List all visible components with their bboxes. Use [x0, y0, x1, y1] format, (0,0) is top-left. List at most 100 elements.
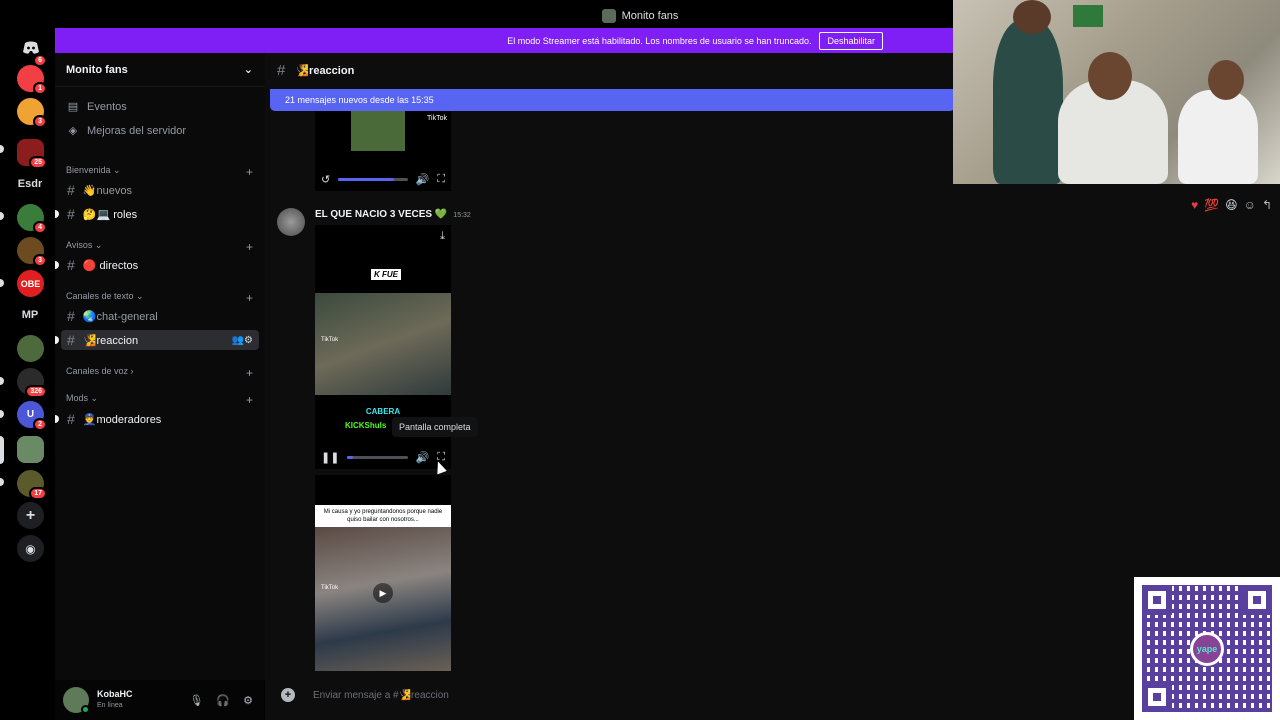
badge: 17	[29, 487, 47, 500]
server-icon[interactable]: 3	[17, 237, 47, 267]
message-input[interactable]: + Enviar mensaje a #🧏reaccion	[281, 688, 449, 702]
add-reaction-icon[interactable]: ☺	[1244, 198, 1256, 212]
unread-pill	[0, 145, 4, 153]
server-icon[interactable]: 4	[17, 204, 47, 234]
events-label: Eventos	[87, 100, 127, 113]
explore-icon[interactable]: ◉	[17, 535, 44, 562]
microphone-icon[interactable]: 🎙	[189, 694, 203, 707]
server-icon[interactable]: 326	[17, 368, 47, 398]
flag-decoration	[1073, 5, 1103, 27]
server-icon-monito-fans[interactable]	[17, 436, 44, 463]
unread-pill	[55, 210, 59, 218]
video-attachment[interactable]: TikTok ↺ 🔊 ⛶	[315, 111, 451, 191]
person-head	[1013, 0, 1051, 34]
webcam-overlay	[953, 0, 1280, 184]
channel-roles[interactable]: # 🤔💻 roles	[55, 204, 259, 224]
category-voz[interactable]: Canales de voz › +	[66, 366, 253, 380]
server-folder-label[interactable]: MP	[10, 309, 50, 321]
channel-moderadores[interactable]: # 👮moderadores	[55, 409, 259, 429]
channel-reaccion[interactable]: # 🧏reaccion 👥⚙	[55, 330, 259, 350]
message-author[interactable]: EL QUE NACIO 3 VECES 💚 15:32	[315, 209, 471, 220]
volume-icon[interactable]: 🔊	[416, 451, 430, 464]
gear-icon[interactable]: ⚙	[243, 694, 253, 707]
unread-pill	[0, 212, 4, 220]
server-icon[interactable]: OBE	[17, 270, 44, 297]
server-icon[interactable]: U 2	[17, 401, 47, 431]
badge: 4	[33, 221, 47, 234]
hash-icon: #	[67, 206, 75, 222]
video-attachment[interactable]: Mi causa y yo preguntandonos porque nadi…	[315, 475, 451, 671]
channel-chat-general[interactable]: # 🌏chat-general	[61, 306, 259, 326]
add-channel-icon[interactable]: +	[246, 366, 253, 380]
calendar-icon: ▤	[67, 101, 79, 113]
download-icon[interactable]: ⤓	[440, 230, 445, 243]
video-progress[interactable]	[338, 177, 408, 181]
qr-finder	[1142, 585, 1172, 615]
laugh-reaction-icon[interactable]: 😆	[1225, 198, 1238, 212]
server-boosts-item[interactable]: ◈ Mejoras del servidor	[67, 124, 187, 138]
server-icon[interactable]: 17	[17, 470, 47, 500]
hash-icon: #	[67, 332, 75, 348]
server-icon[interactable]: 25	[17, 139, 47, 169]
events-item[interactable]: ▤ Eventos	[67, 100, 127, 114]
unread-pill	[0, 279, 4, 287]
channel-directos[interactable]: # 🔴 directos	[55, 255, 259, 275]
person-figure	[1178, 90, 1258, 184]
category-mods[interactable]: Mods ⌄ +	[66, 393, 253, 407]
person-figure	[993, 20, 1063, 184]
user-info[interactable]: KobaHC En línea	[97, 689, 133, 711]
streamer-mode-banner: El modo Streamer está habilitado. Los no…	[55, 28, 955, 53]
kick-watermark: KICKShuls	[345, 421, 387, 430]
headphones-icon[interactable]: 🎧	[216, 694, 230, 707]
online-status-icon	[81, 705, 90, 714]
progress-fill	[347, 455, 354, 459]
unread-pill	[0, 410, 4, 418]
unread-pill	[0, 377, 4, 385]
new-messages-bar[interactable]: 21 mensajes nuevos desde las 15:35	[270, 89, 955, 111]
avatar[interactable]	[277, 208, 305, 236]
replay-icon[interactable]: ↺	[321, 173, 330, 186]
reply-icon[interactable]: ↰	[1262, 198, 1272, 212]
channel-label: 🤔💻 roles	[82, 208, 138, 221]
discord-home-icon[interactable]: 6	[17, 34, 47, 67]
selected-pill	[0, 436, 4, 464]
hash-icon: #	[277, 61, 286, 79]
qr-code: yape	[1134, 577, 1280, 720]
unread-pill	[55, 336, 59, 344]
server-folder-label[interactable]: Esdr	[10, 178, 50, 190]
server-icon[interactable]: 3	[17, 98, 47, 128]
progress-fill	[338, 177, 394, 181]
server-icon[interactable]	[17, 335, 44, 362]
add-attachment-icon[interactable]: +	[281, 688, 295, 702]
pause-icon[interactable]: ❚❚	[321, 451, 339, 464]
add-channel-icon[interactable]: +	[246, 240, 253, 254]
hundred-reaction-icon[interactable]: 💯	[1204, 198, 1219, 212]
category-avisos[interactable]: Avisos ⌄ +	[66, 240, 253, 254]
channel-nuevos[interactable]: # 👋nuevos	[61, 180, 259, 200]
channel-label: 🧏reaccion	[82, 334, 139, 347]
unread-pill	[55, 261, 59, 269]
avatar[interactable]	[63, 687, 90, 714]
add-channel-icon[interactable]: +	[246, 291, 253, 305]
qr-finder	[1142, 682, 1172, 712]
server-icon[interactable]: 1	[17, 65, 47, 95]
channel-label: 👮moderadores	[82, 413, 162, 426]
new-messages-label: 21 mensajes nuevos desde las 15:35	[285, 95, 434, 105]
fullscreen-icon[interactable]: ⛶	[437, 173, 445, 186]
badge: 1	[33, 82, 47, 95]
guild-header[interactable]: Monito fans ⌄	[55, 53, 265, 87]
add-channel-icon[interactable]: +	[246, 165, 253, 179]
category-texto[interactable]: Canales de texto ⌄ +	[66, 291, 253, 305]
video-progress[interactable]	[347, 455, 408, 459]
play-icon[interactable]: ▶	[373, 583, 393, 603]
boosts-label: Mejoras del servidor	[87, 124, 187, 137]
disable-streamer-button[interactable]: Deshabilitar	[819, 31, 883, 50]
volume-icon[interactable]: 🔊	[416, 173, 430, 186]
heart-reaction-icon[interactable]: ♥	[1191, 198, 1198, 212]
tiktok-watermark: TikTok	[427, 115, 447, 122]
add-channel-icon[interactable]: +	[246, 393, 253, 407]
category-label: Canales de texto	[66, 291, 134, 301]
category-bienvenida[interactable]: Bienvenida ⌄ +	[66, 165, 253, 179]
add-server-icon[interactable]: +	[17, 502, 44, 529]
channel-settings-icon[interactable]: 👥⚙	[232, 335, 253, 346]
